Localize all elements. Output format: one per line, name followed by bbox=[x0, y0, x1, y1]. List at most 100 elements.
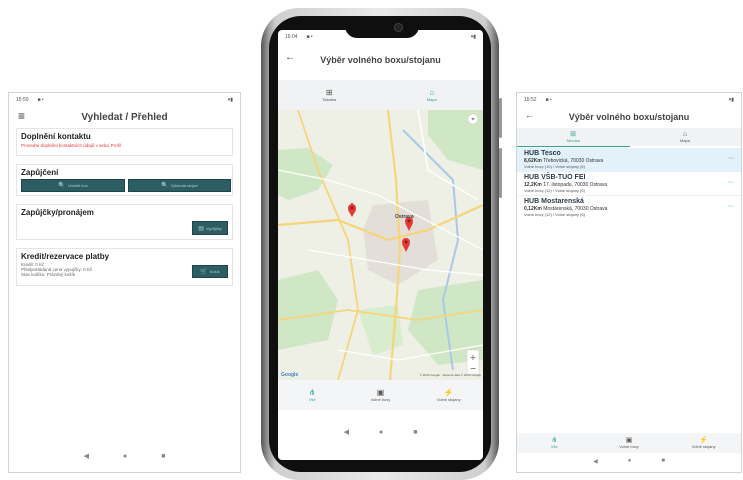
recents-icon[interactable]: ■ bbox=[661, 458, 665, 464]
hub-name: HUB Mostarenská bbox=[524, 198, 584, 205]
recents-icon[interactable]: ■ bbox=[161, 453, 165, 460]
hub-availability: Volné boxy (12) / Volné stojany (6) bbox=[524, 212, 585, 217]
tab-table-label: Tabulka bbox=[322, 97, 337, 102]
back-arrow-icon[interactable]: ← bbox=[525, 110, 534, 120]
contact-warning: Proveďte doplnění kontaktních údajů v se… bbox=[21, 143, 121, 148]
status-bar: 15:50 ■ • ▾▮ bbox=[9, 93, 240, 107]
camera-icon bbox=[394, 23, 403, 32]
map-attribution: Google bbox=[281, 372, 299, 378]
status-time: 15:50 bbox=[16, 97, 29, 103]
box-icon: ▣ bbox=[625, 437, 633, 444]
hub-name: HUB Tesco bbox=[524, 150, 561, 157]
phone-frame: 16:04 ■ • ▾▮ ← Výběr volného boxu/stojan… bbox=[261, 8, 502, 480]
city-label: Ostrava bbox=[395, 214, 414, 220]
tab-map[interactable]: ⌂ Mapa bbox=[629, 128, 741, 146]
credit-card: Kredit/rezervace platby Kredit: 0 Kč Pře… bbox=[16, 248, 233, 286]
tab-table[interactable]: ⊞ Tabulka bbox=[278, 80, 381, 110]
search-icon: 🔍 bbox=[161, 183, 169, 189]
nav-free-boxes[interactable]: ▣ Volné boxy bbox=[346, 380, 414, 410]
nav-all-label: Vše bbox=[308, 397, 316, 402]
tab-map-label: Mapa bbox=[426, 97, 437, 102]
view-tabs: ⊞ Tabulka ⌂ Mapa bbox=[517, 128, 741, 146]
find-stand-label: Vyhledat stojan bbox=[170, 183, 198, 188]
list-icon: ▤ bbox=[198, 225, 204, 232]
page-title: Vyhledat / Přehled bbox=[81, 111, 168, 123]
volume-button bbox=[499, 148, 502, 198]
hub-availability: Volné boxy (10) / Volné stojany (6) bbox=[524, 164, 585, 169]
list-item[interactable]: HUB Mostarenská 0,12Km Mostárenská, 7003… bbox=[517, 196, 741, 220]
battery-icon: ▾▮ bbox=[227, 97, 233, 103]
rentals-button-label: Vypůjčky bbox=[205, 225, 222, 231]
page-title: Výběr volného boxu/stojanu bbox=[320, 55, 441, 65]
system-nav: ◀ ● ■ bbox=[9, 450, 240, 462]
credit-heading: Kredit/rezervace platby bbox=[21, 252, 110, 261]
rentals-card: Zapůjčky/pronájem ▤ Vypůjčky bbox=[16, 204, 233, 240]
back-icon[interactable]: ◀ bbox=[593, 458, 598, 465]
nav-free-boxes-label: Volné boxy bbox=[370, 397, 391, 402]
app-bar: ← Výběr volného boxu/stojanu bbox=[517, 108, 741, 126]
map-copyright: © 2022 Google · Mapová data © 2022 Googl… bbox=[419, 373, 481, 377]
status-icons: ■ • bbox=[37, 97, 44, 103]
map-icon: ⌂ bbox=[682, 131, 688, 138]
power-button bbox=[499, 98, 502, 138]
home-icon[interactable]: ● bbox=[628, 458, 632, 464]
middle-screen: 16:04 ■ • ▾▮ ← Výběr volného boxu/stojan… bbox=[278, 30, 483, 460]
tab-table-label: Tabulka bbox=[566, 138, 580, 143]
status-time: 16:04 bbox=[285, 34, 298, 40]
app-bar: ≡ Vyhledat / Přehled bbox=[9, 107, 240, 127]
place-box-button[interactable]: 🔍 Umístit box bbox=[21, 179, 125, 192]
nav-all[interactable]: ⋔ Vše bbox=[278, 380, 346, 410]
place-box-label: Umístit box bbox=[67, 183, 88, 188]
status-time: 15:52 bbox=[524, 97, 537, 103]
tab-map[interactable]: ⌂ Mapa bbox=[381, 80, 484, 110]
table-icon: ⊞ bbox=[570, 131, 576, 138]
left-screen: 15:50 ■ • ▾▮ ≡ Vyhledat / Přehled Doplně… bbox=[8, 92, 241, 473]
svg-text:+: + bbox=[470, 353, 477, 362]
cart-icon: 🛒 bbox=[200, 269, 208, 275]
list-item[interactable]: HUB Tesco 8,62Km Třebovická, 70030 Ostra… bbox=[517, 148, 741, 172]
home-icon[interactable]: ● bbox=[379, 429, 383, 436]
find-stand-button[interactable]: 🔍 Vyhledat stojan bbox=[128, 179, 231, 192]
cart-button-label: Košík bbox=[209, 269, 220, 274]
app-bar: ← Výběr volného boxu/stojanu bbox=[278, 48, 483, 72]
status-icons: ■ • bbox=[306, 34, 313, 40]
battery-icon: ▾▮ bbox=[470, 34, 476, 40]
view-tabs: ⊞ Tabulka ⌂ Mapa bbox=[278, 80, 483, 110]
nav-free-boxes-label: Volné boxy bbox=[619, 444, 639, 449]
more-icon[interactable]: ⋯ bbox=[728, 179, 734, 186]
back-icon[interactable]: ◀ bbox=[84, 452, 89, 460]
bottom-nav: ⋔ Vše ▣ Volné boxy ⚡ Volné stojany bbox=[278, 380, 483, 410]
contact-heading: Doplnění kontaktu bbox=[21, 132, 91, 141]
back-arrow-icon[interactable]: ← bbox=[285, 52, 295, 63]
back-icon[interactable]: ◀ bbox=[344, 428, 349, 436]
box-icon: ▣ bbox=[376, 388, 385, 397]
nav-free-stands[interactable]: ⚡ Volné stojany bbox=[415, 380, 483, 410]
rentals-button[interactable]: ▤ Vypůjčky bbox=[192, 221, 228, 235]
bottom-nav: ⋔ Vše ▣ Volné boxy ⚡ Volné stojany bbox=[517, 433, 741, 453]
nav-free-boxes[interactable]: ▣ Volné boxy bbox=[592, 433, 667, 453]
loans-heading: Zapůjčení bbox=[21, 168, 59, 177]
rentals-heading: Zapůjčky/pronájem bbox=[21, 208, 94, 217]
system-nav: ◀ ● ■ bbox=[278, 426, 483, 438]
cart-button[interactable]: 🛒 Košík bbox=[192, 265, 228, 278]
nav-all-label: Vše bbox=[550, 444, 558, 449]
status-icons: ■ • bbox=[545, 97, 552, 103]
recents-icon[interactable]: ■ bbox=[413, 429, 417, 436]
more-icon[interactable]: ⋯ bbox=[728, 203, 734, 210]
tab-map-label: Mapa bbox=[679, 138, 690, 143]
battery-icon: ▾▮ bbox=[728, 97, 734, 103]
svg-text:−: − bbox=[470, 364, 477, 373]
menu-icon[interactable]: ≡ bbox=[18, 109, 25, 123]
more-icon[interactable]: ⋯ bbox=[728, 155, 734, 162]
home-icon[interactable]: ● bbox=[123, 453, 127, 460]
nav-free-stands[interactable]: ⚡ Volné stojany bbox=[666, 433, 741, 453]
nav-all[interactable]: ⋔ Vše bbox=[517, 433, 592, 453]
map-view[interactable]: ⌖ + − Ostrava Google © 2022 Google · Map… bbox=[278, 110, 483, 380]
hub-availability: Volné boxy (12) / Volné stojany (6) bbox=[524, 188, 585, 193]
contact-card: Doplnění kontaktu Proveďte doplnění kont… bbox=[16, 128, 233, 156]
tab-table[interactable]: ⊞ Tabulka bbox=[517, 128, 629, 146]
hierarchy-icon: ⋔ bbox=[551, 437, 558, 444]
list-item[interactable]: HUB VŠB-TUO FEI 12,2Km 17. listopadu, 70… bbox=[517, 172, 741, 196]
search-icon: 🔍 bbox=[58, 183, 66, 189]
status-bar: 15:52 ■ • ▾▮ bbox=[517, 93, 741, 107]
